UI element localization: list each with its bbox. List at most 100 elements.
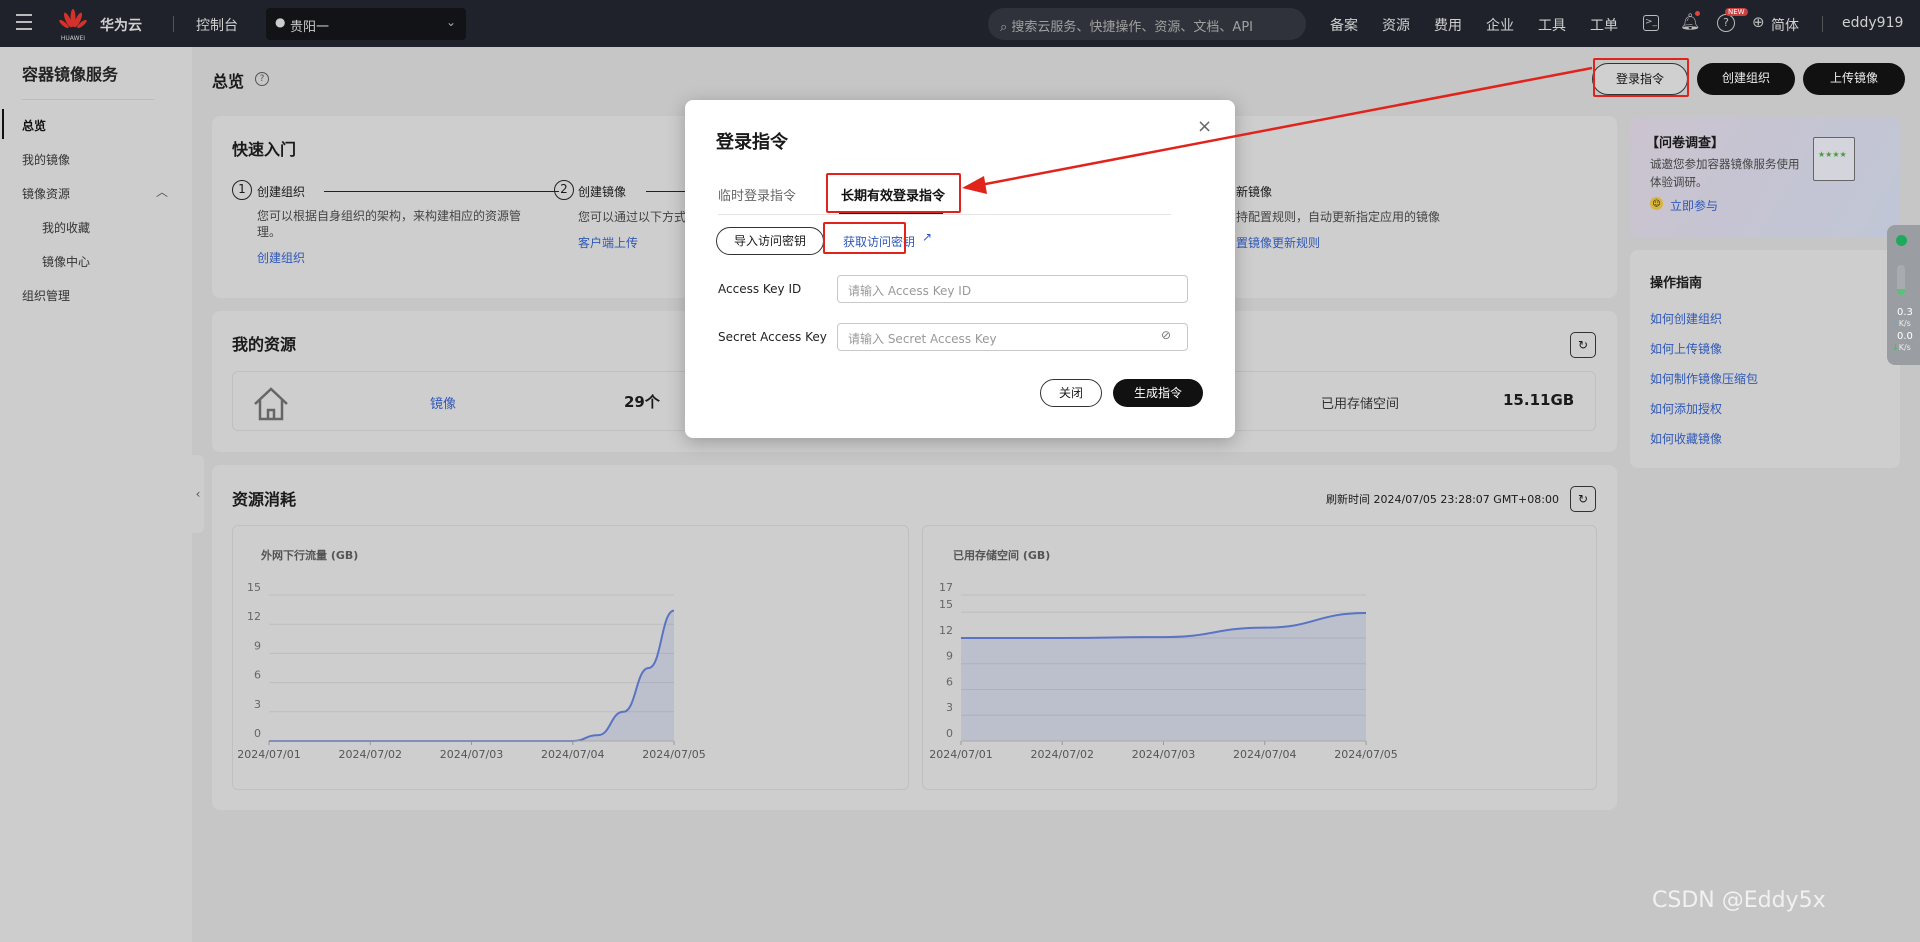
user-menu[interactable]: eddy919 [1842, 15, 1903, 31]
x-tick-label: 2024/07/01 [929, 748, 992, 761]
y-tick-label: 0 [254, 727, 261, 740]
survey-illustration: ★★★★ [1813, 137, 1855, 181]
client-upload-link[interactable]: 客户端上传 [578, 234, 638, 251]
x-tick-label: 2024/07/04 [541, 748, 604, 761]
page-title: 总览 [212, 72, 245, 91]
tab-divider [718, 214, 1171, 215]
refresh-icon[interactable]: ↻ [1570, 486, 1596, 512]
x-tick-label: 2024/07/03 [440, 748, 503, 761]
image-count: 29个 [624, 393, 660, 411]
y-tick-label: 3 [254, 698, 261, 711]
y-tick-label: 15 [247, 581, 261, 594]
region-value: 贵阳一 [290, 20, 330, 35]
nav-filing[interactable]: 备案 [1330, 15, 1358, 35]
refresh-icon[interactable]: ↻ [1570, 332, 1596, 358]
arrow-up-icon: ↑ [1892, 319, 1899, 328]
nav-billing[interactable]: 费用 [1434, 15, 1462, 35]
divider [1822, 16, 1823, 32]
console-link[interactable]: 控制台 [196, 15, 238, 35]
survey-desc: 诚邀您参加容器镜像服务使用体验调研。 [1650, 157, 1800, 189]
create-org-link[interactable]: 创建组织 [257, 249, 305, 266]
close-icon[interactable]: × [1197, 116, 1212, 137]
x-tick-label: 2024/07/04 [1233, 748, 1296, 761]
download-speed: 0.0 [1897, 331, 1913, 342]
help-icon[interactable]: ? [255, 72, 269, 86]
external-link-icon: ↗ [922, 230, 933, 244]
y-tick-label: 15 [939, 598, 953, 611]
secret-access-key-input[interactable]: 请输入 Secret Access Key [837, 323, 1188, 351]
participate-link[interactable]: 立即参与 [1670, 197, 1718, 214]
network-monitor-widget[interactable]: 0.3 ↑K/s 0.0 ↓K/s [1887, 225, 1920, 365]
import-key-button[interactable]: 导入访问密钥 [716, 227, 824, 255]
sidebar: 容器镜像服务 总览 我的镜像 镜像资源 ︿ 我的收藏 镜像中心 组织管理 [0, 47, 192, 942]
guide-link[interactable]: 如何添加授权 [1650, 400, 1722, 417]
divider [22, 99, 154, 100]
upload-speed: 0.3 [1897, 307, 1913, 318]
y-tick-label: 6 [946, 675, 953, 688]
globe-icon: ⊕ [1752, 13, 1765, 31]
traffic-chart: 外网下行流量 (GB) 0 3 6 9 12 15 2024/07/01 2024/07/02 2… [237, 548, 705, 761]
image-update-rule-link[interactable]: 置镜像更新规则 [1236, 234, 1320, 251]
step-number: 1 [232, 180, 252, 200]
y-tick-label: 6 [254, 669, 261, 682]
section-title: 快速入门 [232, 140, 297, 159]
help-icon[interactable]: ? [1717, 14, 1735, 32]
nav-tools[interactable]: 工具 [1538, 15, 1566, 35]
brand-name[interactable]: 华为云 [100, 15, 142, 35]
y-tick-label: 0 [946, 727, 953, 740]
sidebar-item-org-management[interactable]: 组织管理 [22, 287, 70, 304]
y-tick-label: 12 [939, 624, 953, 637]
chart-title: 已用存储空间 (GB) [953, 548, 1050, 562]
usage-bar [1897, 265, 1905, 295]
guide-link[interactable]: 如何制作镜像压缩包 [1650, 370, 1758, 387]
region-select[interactable]: ● 贵阳一 ⌄ [266, 8, 466, 40]
survey-title: 【问卷调查】 [1646, 136, 1725, 151]
step-title: 新镜像 [1236, 185, 1273, 199]
sidebar-item-overview[interactable]: 总览 [22, 117, 46, 134]
collapse-sidebar-button[interactable]: ‹ [192, 455, 204, 533]
nav-tickets[interactable]: 工单 [1590, 15, 1618, 35]
generate-command-button[interactable]: 生成指令 [1113, 379, 1203, 407]
series-area [961, 613, 1366, 741]
chevron-up-icon[interactable]: ︿ [156, 183, 168, 200]
search-icon: ⌕ [1000, 20, 1012, 35]
access-key-id-input[interactable]: 请输入 Access Key ID [837, 275, 1188, 303]
create-org-button[interactable]: 创建组织 [1697, 63, 1795, 95]
terminal-icon[interactable]: >_ [1643, 15, 1659, 31]
huawei-logo[interactable]: HUAWEI [58, 8, 88, 42]
location-pin-icon: ● [275, 15, 286, 29]
y-tick-label: 3 [946, 701, 953, 714]
upload-image-button[interactable]: 上传镜像 [1803, 63, 1905, 95]
chart-title: 外网下行流量 (GB) [260, 548, 358, 562]
guide-link[interactable]: 如何上传镜像 [1650, 340, 1722, 357]
close-button[interactable]: 关闭 [1040, 379, 1102, 407]
annotation-box [823, 222, 906, 254]
guide-card: 操作指南 如何创建组织 如何上传镜像 如何制作镜像压缩包 如何添加授权 如何收藏… [1630, 250, 1900, 468]
step-description: 您可以根据自身组织的架构，来构建相应的资源管理。 [257, 209, 522, 239]
sidebar-item-favorites[interactable]: 我的收藏 [42, 219, 90, 236]
search-input[interactable]: ⌕ 搜索云服务、快捷操作、资源、文档、API [988, 8, 1306, 40]
storage-chart: 已用存储空间 (GB) 0 3 6 9 12 15 17 2024/07/01 2024/07/0… [929, 548, 1397, 761]
storage-value: 15.11GB [1503, 391, 1575, 409]
nav-resources[interactable]: 资源 [1382, 15, 1410, 35]
x-tick-label: 2024/07/03 [1132, 748, 1195, 761]
hamburger-icon[interactable] [16, 14, 32, 30]
login-command-dialog: 登录指令 × 临时登录指令 长期有效登录指令 导入访问密钥 获取访问密钥 ↗ A… [685, 100, 1235, 438]
eye-off-icon[interactable]: ⊘ [1161, 328, 1171, 342]
guide-link[interactable]: 如何创建组织 [1650, 310, 1722, 327]
guide-link[interactable]: 如何收藏镜像 [1650, 430, 1722, 447]
sidebar-item-my-images[interactable]: 我的镜像 [22, 151, 70, 168]
language-switch[interactable]: 简体 [1771, 15, 1799, 35]
images-link[interactable]: 镜像 [430, 393, 456, 412]
y-tick-label: 9 [946, 650, 953, 663]
step-connector [646, 191, 686, 192]
nav-enterprise[interactable]: 企业 [1486, 15, 1514, 35]
sidebar-item-image-center[interactable]: 镜像中心 [42, 253, 90, 270]
section-title: 资源消耗 [232, 490, 297, 509]
series-area [269, 610, 674, 741]
tab-temporary[interactable]: 临时登录指令 [718, 185, 796, 204]
x-tick-label: 2024/07/05 [642, 748, 705, 761]
sidebar-item-image-resources[interactable]: 镜像资源 [22, 185, 70, 202]
active-indicator [2, 109, 4, 139]
divider [173, 16, 174, 32]
